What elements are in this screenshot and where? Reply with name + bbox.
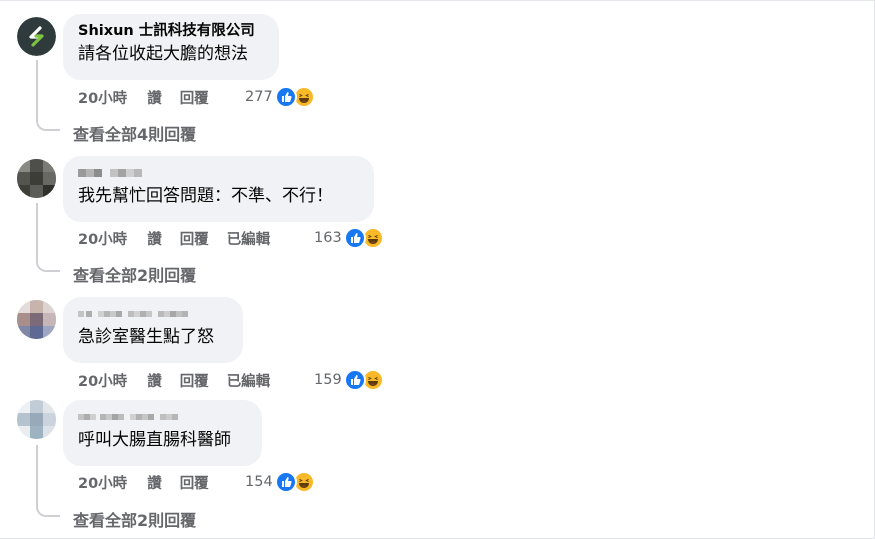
comment-actions: 20小時 讚 回覆 xyxy=(78,471,227,493)
reaction-summary[interactable]: 163 xyxy=(314,227,384,249)
comment-timestamp[interactable]: 20小時 xyxy=(78,370,127,391)
thread-curve xyxy=(36,121,60,131)
redacted-name-icon xyxy=(78,169,142,177)
comment-author-redacted[interactable] xyxy=(78,164,360,182)
comment-author-redacted[interactable] xyxy=(78,408,248,426)
blurred-avatar-icon xyxy=(17,400,56,439)
reply-button[interactable]: 回覆 xyxy=(180,87,209,108)
like-reaction-icon xyxy=(274,471,297,493)
comment-bubble: Shixun 士訊科技有限公司 請各位收起大膽的想法 xyxy=(63,14,279,80)
shixun-logo-icon xyxy=(17,17,56,56)
thread-line xyxy=(36,445,38,508)
reply-button[interactable]: 回覆 xyxy=(180,472,209,493)
blurred-avatar-icon xyxy=(17,159,56,198)
thread-curve xyxy=(36,507,60,517)
reaction-summary[interactable]: 277 xyxy=(245,86,315,108)
comment-bubble: 急診室醫生點了怒 xyxy=(63,297,243,363)
comment-bubble: 呼叫大腸直腸科醫師 xyxy=(63,400,262,466)
blurred-avatar-icon xyxy=(17,300,56,339)
reaction-summary[interactable]: 154 xyxy=(245,471,315,493)
comment-text: 請各位收起大膽的想法 xyxy=(78,44,248,64)
reaction-summary[interactable]: 159 xyxy=(314,369,384,391)
comment-text: 我先幫忙回答問題：不準、不行！ xyxy=(78,186,333,206)
comment-timestamp[interactable]: 20小時 xyxy=(78,228,127,249)
view-replies-link[interactable]: 查看全部2則回覆 xyxy=(73,507,196,531)
like-reaction-icon xyxy=(343,227,366,249)
comment-bubble: 我先幫忙回答問題：不準、不行！ xyxy=(63,156,374,222)
view-replies-link[interactable]: 查看全部4則回覆 xyxy=(73,121,196,145)
comment-text: 急診室醫生點了怒 xyxy=(78,327,214,347)
reply-button[interactable]: 回覆 xyxy=(180,370,209,391)
avatar[interactable] xyxy=(17,159,56,198)
edited-label[interactable]: 已編輯 xyxy=(227,370,271,391)
redacted-name-icon xyxy=(78,414,178,420)
redacted-name-icon xyxy=(78,311,188,317)
like-reaction-icon xyxy=(343,369,366,391)
comment-text: 呼叫大腸直腸科醫師 xyxy=(78,430,231,450)
avatar[interactable] xyxy=(17,17,56,56)
comment-author-redacted[interactable] xyxy=(78,305,229,323)
reaction-count: 277 xyxy=(245,89,273,105)
comment-timestamp[interactable]: 20小時 xyxy=(78,87,127,108)
like-reaction-icon xyxy=(274,86,297,108)
like-button[interactable]: 讚 xyxy=(147,472,162,493)
edited-label[interactable]: 已編輯 xyxy=(227,228,271,249)
view-replies-link[interactable]: 查看全部2則回覆 xyxy=(73,262,196,286)
thread-line xyxy=(36,203,38,263)
top-divider xyxy=(0,0,875,1)
comment-actions: 20小時 讚 回覆 已編輯 xyxy=(78,227,270,249)
reply-button[interactable]: 回覆 xyxy=(180,228,209,249)
reaction-count: 159 xyxy=(314,372,342,388)
reaction-count: 154 xyxy=(245,474,273,490)
like-button[interactable]: 讚 xyxy=(147,370,162,391)
comment-actions: 20小時 讚 回覆 已編輯 xyxy=(78,369,270,391)
avatar[interactable] xyxy=(17,300,56,339)
thread-line xyxy=(36,60,38,122)
like-button[interactable]: 讚 xyxy=(147,228,162,249)
comment-author[interactable]: Shixun 士訊科技有限公司 xyxy=(78,22,265,40)
comment-actions: 20小時 讚 回覆 xyxy=(78,86,227,108)
like-button[interactable]: 讚 xyxy=(147,87,162,108)
avatar[interactable] xyxy=(17,400,56,439)
thread-curve xyxy=(36,262,60,272)
reaction-count: 163 xyxy=(314,230,342,246)
comment-timestamp[interactable]: 20小時 xyxy=(78,472,127,493)
